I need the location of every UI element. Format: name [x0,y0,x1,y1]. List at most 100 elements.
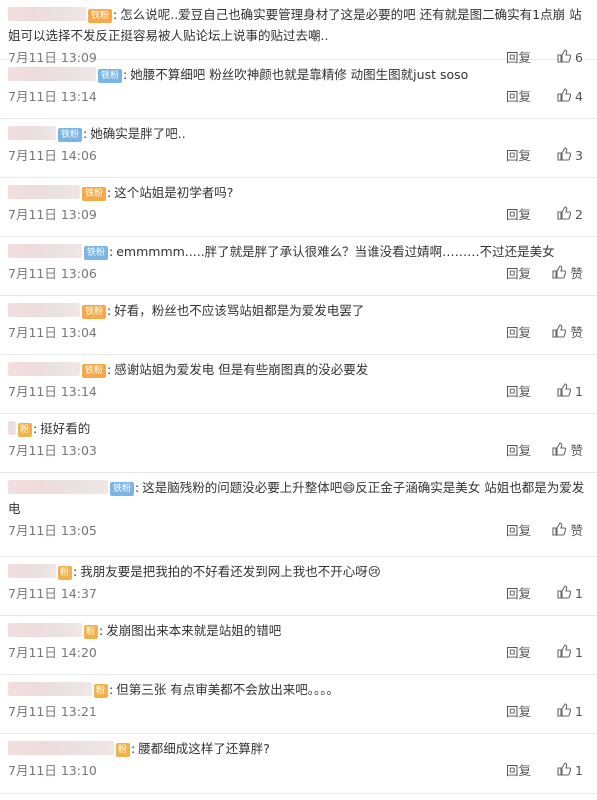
reply-button[interactable]: 回复 [506,701,531,720]
comment-text: 感谢站姐为爱发电 但是有些崩图真的没必要发 [114,362,369,377]
reply-button[interactable]: 回复 [506,381,531,400]
blurred-username[interactable] [8,421,16,435]
fan-badge: 铁粉 [58,128,83,142]
like-count: 1 [575,704,583,719]
like-count: 赞 [570,443,583,458]
colon: : [135,480,140,495]
colon: : [123,67,128,82]
blurred-username[interactable] [8,362,80,376]
comment-text: 发崩图出来本来就是站姐的错吧 [106,623,282,638]
thumbs-up-icon [557,762,572,779]
reply-button[interactable]: 回复 [506,322,531,341]
blurred-username[interactable] [8,185,80,199]
comment-text: emmmmm.....胖了就是胖了承认很难么？当谁没看过婧啊………不过还是美女 [116,244,555,259]
reply-button[interactable]: 回复 [506,263,531,282]
reply-button[interactable]: 回复 [506,760,531,779]
colon: : [107,303,112,318]
blurred-username[interactable] [8,682,92,696]
fan-badge: 铁粉 [110,482,135,496]
fan-badge: 粉 [58,566,72,580]
like-button[interactable]: 1 [557,703,583,720]
reply-button[interactable]: 回复 [506,145,531,164]
comment-line: 铁粉: 这个站姐是初学者吗? [8,178,589,203]
like-button[interactable]: 赞 [552,440,583,459]
like-button[interactable]: 赞 [552,322,583,341]
fan-badge: 粉 [94,684,108,698]
colon: : [109,682,114,697]
fan-badge: 铁粉 [82,364,107,378]
comment-meta: 7月11日 13:03 回复 赞 [8,439,589,463]
comment-text: 她确实是胖了吧.. [90,126,186,141]
blurred-username[interactable] [8,244,82,258]
colon: : [131,741,136,756]
like-count: 赞 [570,266,583,281]
comment-line: 粉: 发崩图出来本来就是站姐的错吧 [8,616,589,641]
thumbs-up-icon [557,585,572,602]
like-count: 3 [575,148,583,163]
like-count: 4 [575,89,583,104]
like-button[interactable]: 3 [557,147,583,164]
comment-time: 7月11日 13:10 [8,763,97,778]
blurred-username[interactable] [8,303,80,317]
comment-line: 粉: 腰都细成这样了还算胖? [8,734,589,759]
like-button[interactable]: 1 [557,762,583,779]
blurred-username[interactable] [8,480,108,494]
like-button[interactable]: 4 [557,88,583,105]
comment-meta: 7月11日 13:14 回复 1 [8,380,589,404]
comment-item: 铁粉: 她腰不算细吧 粉丝吹神颜也就是靠精修 动图生图就just soso 7月1… [0,60,597,119]
blurred-username[interactable] [8,67,96,81]
comment-time: 7月11日 13:04 [8,325,97,340]
like-button[interactable]: 1 [557,644,583,661]
thumbs-up-icon [557,206,572,223]
thumbs-up-icon [557,703,572,720]
blurred-username[interactable] [8,7,86,21]
comment-text: 挺好看的 [40,421,91,436]
blurred-username[interactable] [8,741,114,755]
reply-button[interactable]: 回复 [506,583,531,602]
reply-button[interactable]: 回复 [506,520,531,539]
comment-time: 7月11日 14:20 [8,645,97,660]
fan-badge: 铁粉 [82,187,107,201]
colon: : [83,126,88,141]
comment-line: 铁粉: emmmmm.....胖了就是胖了承认很难么？当谁没看过婧啊………不过还是… [8,237,589,262]
blurred-username[interactable] [8,126,56,140]
like-button[interactable]: 1 [557,585,583,602]
comment-time: 7月11日 14:37 [8,586,97,601]
comment-time: 7月11日 13:03 [8,443,97,458]
comment-item: 铁粉: 好看，粉丝也不应该骂站姐都是为爱发电罢了 7月11日 13:04 回复 赞 [0,296,597,355]
comment-meta: 7月11日 13:06 回复 赞 [8,262,589,286]
like-button[interactable]: 赞 [552,520,583,539]
comment-item: 粉: 挺好看的 7月11日 13:03 回复 赞 [0,414,597,473]
like-button[interactable]: 赞 [552,263,583,282]
like-button[interactable]: 1 [557,383,583,400]
comment-list: 铁粉: 怎么说呢..爱豆自己也确实要管理身材了这是必要的吧 还有就是图二确实有1点… [0,0,597,794]
comment-time: 7月11日 13:09 [8,207,97,222]
thumbs-up-icon [557,88,572,105]
reply-button[interactable]: 回复 [506,204,531,223]
comment-item: 铁粉: 她确实是胖了吧.. 7月11日 14:06 回复 3 [0,119,597,178]
colon: : [99,623,104,638]
comment-text: 好看，粉丝也不应该骂站姐都是为爱发电罢了 [114,303,365,318]
comment-item: 铁粉: 这个站姐是初学者吗? 7月11日 13:09 回复 2 [0,178,597,237]
like-count: 1 [575,763,583,778]
comment-item: 铁粉: 怎么说呢..爱豆自己也确实要管理身材了这是必要的吧 还有就是图二确实有1点… [0,0,597,65]
reply-button[interactable]: 回复 [506,440,531,459]
blurred-username[interactable] [8,623,82,637]
fan-badge: 铁粉 [98,69,123,83]
colon: : [73,564,78,579]
comment-meta: 7月11日 13:10 回复 1 [8,759,589,783]
thumbs-up-icon [557,644,572,661]
like-button[interactable]: 2 [557,206,583,223]
comment-text: 这个站姐是初学者吗? [114,185,234,200]
comment-time: 7月11日 13:14 [8,384,97,399]
reply-button[interactable]: 回复 [506,86,531,105]
comment-meta: 7月11日 13:09 回复 2 [8,203,589,227]
fan-badge: 粉 [18,423,32,437]
comment-item: 粉: 但第三张 有点审美都不会放出来吧。。。。 7月11日 13:21 回复 1 [0,675,597,734]
fan-badge: 铁粉 [82,305,107,319]
blurred-username[interactable] [8,564,56,578]
reply-button[interactable]: 回复 [506,642,531,661]
like-count: 1 [575,384,583,399]
colon: : [113,7,118,22]
fan-badge: 铁粉 [88,9,113,23]
